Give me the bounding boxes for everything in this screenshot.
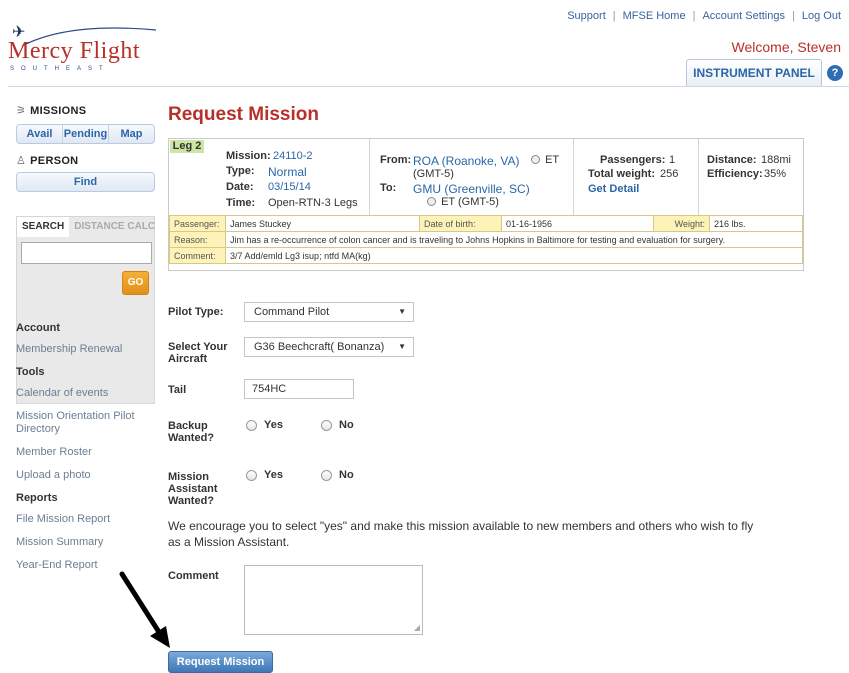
aircraft-label: Select Your Aircraft <box>168 341 228 365</box>
dropdown-arrow-icon: ▼ <box>398 307 406 316</box>
instrument-panel-button[interactable]: INSTRUMENT PANEL <box>686 59 822 86</box>
menu-link-calendar[interactable]: Calendar of events <box>16 387 156 400</box>
comment-textarea[interactable]: ◢ <box>244 565 423 635</box>
total-weight-label: Total weight: <box>588 168 656 180</box>
tail-input[interactable]: 754HC <box>244 379 354 399</box>
missions-icon: ⚞ <box>16 105 27 117</box>
home-link[interactable]: MFSE Home <box>623 10 686 22</box>
distance-value: 188mi <box>761 154 791 166</box>
encourage-note: We encourage you to select "yes" and mak… <box>168 519 754 549</box>
from-gmt: (GMT-5) <box>413 168 454 180</box>
top-nav: Support | MFSE Home | Account Settings | Log O… <box>567 10 841 22</box>
date-label: Date: <box>226 181 254 193</box>
comment-label: Comment <box>168 570 219 582</box>
missions-heading: ⚞ MISSIONS <box>16 105 87 117</box>
menu-head-tools: Tools <box>16 366 45 378</box>
tab-map[interactable]: Map <box>108 125 154 143</box>
passenger-name: James Stuckey <box>225 215 420 232</box>
backup-label: Backup Wanted? <box>168 420 215 444</box>
passengers-label: Passengers: <box>600 154 666 166</box>
tab-avail[interactable]: Avail <box>17 125 62 143</box>
go-button[interactable]: GO <box>122 271 149 295</box>
search-tab[interactable]: SEARCH <box>17 217 70 237</box>
date-value: 03/15/14 <box>268 181 311 193</box>
leg-badge: Leg 2 <box>170 140 204 153</box>
total-weight-value: 256 <box>660 168 679 180</box>
mercy-flight-logo[interactable]: ✈ Mercy Flight SOUTHEAST <box>8 22 158 72</box>
from-label: From: <box>380 154 412 166</box>
distance-label: Distance: <box>707 154 757 166</box>
mission-summary: Leg 2 Mission: 24110-2 Type: Normal Date… <box>168 138 804 271</box>
get-detail-link[interactable]: Get Detail <box>588 183 639 195</box>
type-label: Type: <box>226 165 255 177</box>
missions-tabs: Avail Pending Map <box>16 124 155 144</box>
person-heading: ♙ PERSON <box>16 155 79 167</box>
page-title: Request Mission <box>168 104 319 125</box>
dropdown-arrow-icon: ▼ <box>398 342 406 351</box>
clock-icon <box>427 197 436 206</box>
time-value: Open-RTN-3 Legs <box>268 197 358 209</box>
request-mission-button[interactable]: Request Mission <box>168 651 273 673</box>
tab-pending[interactable]: Pending <box>62 125 108 143</box>
from-timezone: ET <box>531 154 559 166</box>
from-airport-link[interactable]: ROA (Roanoke, VA) <box>413 154 520 168</box>
type-value: Normal <box>268 165 307 179</box>
menu-head-reports: Reports <box>16 492 58 504</box>
backup-yes-radio[interactable]: Yes <box>246 419 283 431</box>
menu-link-file-report[interactable]: File Mission Report <box>16 513 156 526</box>
menu-link-upload[interactable]: Upload a photo <box>16 469 156 482</box>
passenger-dob: 01-16-1956 <box>501 215 654 232</box>
assistant-no-radio[interactable]: No <box>321 469 354 481</box>
passenger-weight: 216 lbs. <box>709 215 803 232</box>
support-link[interactable]: Support <box>567 10 606 22</box>
assistant-label: Mission Assistant Wanted? <box>168 471 218 507</box>
passengers-value: 1 <box>669 154 676 166</box>
to-label: To: <box>380 182 397 194</box>
find-button[interactable]: Find <box>17 173 154 191</box>
logout-link[interactable]: Log Out <box>802 10 841 22</box>
search-input[interactable] <box>21 242 152 264</box>
distance-calc-tab[interactable]: DISTANCE CALC <box>69 217 160 237</box>
help-icon[interactable]: ? <box>827 65 843 81</box>
brand-tagline: SOUTHEAST <box>10 66 110 72</box>
to-airport-link[interactable]: GMU (Greenville, SC) <box>413 182 530 196</box>
person-find-bar: Find <box>16 172 155 192</box>
table-row: Passenger: James Stuckey Date of birth: … <box>169 215 803 232</box>
passenger-info-table: Passenger: James Stuckey Date of birth: … <box>169 215 803 264</box>
menu-head-account: Account <box>16 322 60 334</box>
account-settings-link[interactable]: Account Settings <box>702 10 785 22</box>
efficiency-label: Efficiency: <box>707 168 763 180</box>
aircraft-select[interactable]: G36 Beechcraft( Bonanza) ▼ <box>244 337 414 357</box>
clock-icon <box>531 155 540 164</box>
pointer-arrow-icon <box>119 571 170 648</box>
resize-grip-icon[interactable]: ◢ <box>414 623 420 632</box>
tail-label: Tail <box>168 384 187 396</box>
header-divider <box>8 86 849 87</box>
menu-link-pilot-directory[interactable]: Mission Orientation Pilot Directory <box>16 410 156 436</box>
to-timezone: ET (GMT-5) <box>427 196 499 208</box>
menu-link-membership[interactable]: Membership Renewal <box>16 343 156 356</box>
table-row: Comment: 3/7 Add/emld Lg3 isup; ntfd MA(… <box>169 247 803 264</box>
menu-link-summary[interactable]: Mission Summary <box>16 536 156 549</box>
assistant-yes-radio[interactable]: Yes <box>246 469 283 481</box>
mission-comment-text: 3/7 Add/emld Lg3 isup; ntfd MA(kg) <box>225 247 803 264</box>
reason-text: Jim has a re-occurrence of colon cancer … <box>225 231 803 248</box>
pilot-type-label: Pilot Type: <box>168 306 224 318</box>
side-menu: Account Membership Renewal Tools Calenda… <box>16 322 156 582</box>
welcome-text: Welcome, Steven <box>731 39 841 55</box>
efficiency-value: 35% <box>764 168 787 180</box>
mission-number-link[interactable]: 24110-2 <box>273 150 313 162</box>
table-row: Reason: Jim has a re-occurrence of colon… <box>169 231 803 248</box>
person-icon: ♙ <box>16 155 27 167</box>
backup-no-radio[interactable]: No <box>321 419 354 431</box>
menu-link-roster[interactable]: Member Roster <box>16 446 156 459</box>
pilot-type-select[interactable]: Command Pilot ▼ <box>244 302 414 322</box>
time-label: Time: <box>226 197 256 209</box>
brand-name: Mercy Flight <box>8 38 140 64</box>
mission-label: Mission: <box>226 150 271 162</box>
